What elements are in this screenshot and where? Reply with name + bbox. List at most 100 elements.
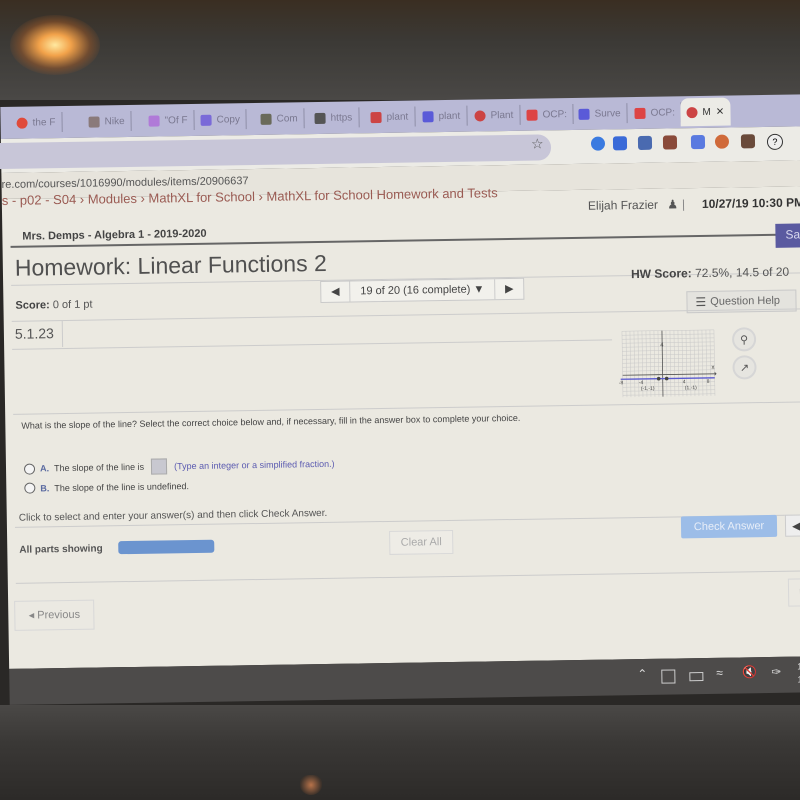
tab-label: Plant [490,109,514,121]
choice-b-radio[interactable] [24,482,36,494]
divider [12,339,613,350]
magnify-button[interactable]: ⚲ [731,327,757,352]
page-content: s - p02 - S04 › Modules › MathXL for Sch… [2,185,800,669]
browser-tab[interactable]: Com [254,108,305,130]
instructions: Click to select and enter your answer(s)… [18,507,328,524]
browser-tab[interactable]: the F [10,112,63,133]
x-axis-label: x [711,365,714,371]
browser-tab[interactable]: https [308,107,360,129]
calendar-extension-icon[interactable] [662,135,678,150]
browser-tab[interactable]: "Of F [142,109,195,131]
divider [15,570,800,584]
browser-tab[interactable]: OCP: [520,103,575,125]
tab-label: plant [386,111,409,123]
help-icon[interactable]: ? [766,133,784,150]
question-score: Score: 0 of 1 pt [15,299,92,312]
choice-letter: B. [40,482,50,493]
divider [13,401,800,415]
extension-icon[interactable] [637,135,653,150]
nike-icon [88,115,100,128]
choice-b-text: The slope of the line is undefined. [54,480,189,493]
gmail-icon [370,111,382,123]
volume-muted-icon[interactable]: 🔇 [742,665,757,679]
browser-tab[interactable]: M ✕ [680,97,731,127]
grid-line [622,393,715,396]
question-select-dropdown[interactable]: 19 of 20 (16 complete) ▼ [349,279,496,302]
parts-label: All parts showing [19,543,103,556]
pen-icon[interactable]: ✑ [771,665,781,679]
next-button[interactable]: N [787,578,800,607]
forms-icon [200,114,212,126]
browser-tab[interactable]: OCP: [628,102,683,124]
clear-all-button[interactable]: Clear All [389,529,454,555]
browser-tab[interactable]: Plant [468,104,521,126]
choice-a-radio[interactable] [23,462,36,475]
tab-label: "Of F [164,114,188,126]
prev-question-button[interactable]: ◀ [321,282,349,302]
loading-circle-icon [474,109,486,122]
security-icon[interactable] [661,669,676,684]
tab-label: Nike [104,115,125,127]
course-name: Mrs. Demps - Algebra 1 - 2019-2020 [22,227,207,243]
datetime: 10/27/19 10:30 PM [701,195,800,211]
point-label: (1,-1) [685,385,697,391]
next-question-button[interactable]: ▶ [495,279,523,299]
monitor-bezel-bottom [0,705,800,800]
browser-tab[interactable]: Copy [194,109,248,130]
previous-button[interactable]: ◂ Previous [14,599,95,631]
browser-tab[interactable]: Surve [572,103,628,125]
choice-b[interactable]: B. The slope of the line is undefined. [24,480,189,494]
url-text[interactable]: re.com/courses/1016990/modules/items/209… [1,175,248,191]
choice-a[interactable]: A. The slope of the line is (Type an int… [23,456,335,477]
grid-line [621,329,714,332]
hw-score: HW Score: 72.5%, 14.5 of 20 [631,265,789,281]
translate-extension-icon[interactable] [690,134,706,150]
magnify-icon: ⚲ [739,333,749,346]
more-options-button[interactable]: ◀ [784,514,800,537]
extension-icon[interactable] [740,134,756,149]
tab-label: https [330,111,353,124]
save-button[interactable]: Save [775,223,800,248]
browser-tab[interactable]: Nike [82,110,132,132]
chevron-up-icon[interactable]: ⌃ [637,667,647,681]
tab-label: the F [32,116,56,128]
bookmark-star-icon[interactable]: ☆ [531,135,544,152]
divider [11,308,800,322]
score-value: 0 of 1 pt [52,298,93,312]
extension-icon[interactable] [612,136,628,151]
grid-icon [526,109,538,121]
address-bar[interactable] [0,134,552,170]
browser-tab[interactable]: plant [364,106,416,128]
wifi-icon[interactable]: ≈ [716,666,723,680]
point-label: (-1,-1) [641,386,655,392]
grid-line [622,333,715,336]
x-tick-label: -8 [619,380,624,386]
red-circle-icon [16,117,28,129]
drive-extension-icon[interactable] [714,134,730,149]
extension-icon[interactable] [590,136,606,151]
user-name-text: Elijah Frazier [587,197,659,213]
person-icon: ♟ [667,197,679,212]
loading-circle-icon [686,106,698,118]
page-title: Homework: Linear Functions 2 [14,249,327,281]
tab-label: plant [438,110,461,122]
question-graph[interactable]: 4 x -8 -4 4 8 (-1,-1) (1,-1) [618,326,717,400]
x-tick-label: 8 [707,379,710,385]
x-axis [622,373,715,376]
score-label: Score: [15,299,50,312]
slope-answer-input[interactable] [150,458,168,475]
laptop-logo [300,775,322,795]
question-text: What is the slope of the line? Select th… [21,412,521,431]
tab-label: M [702,106,711,118]
check-answer-button[interactable]: Check Answer [680,514,778,539]
question-help-label: Question Help [710,294,781,308]
close-tab-icon[interactable]: ✕ [716,106,725,117]
divider [61,321,64,348]
question-number: 5.1.23 [14,325,54,342]
graph-point [664,376,669,381]
battery-icon[interactable] [689,672,704,682]
graph-point [656,376,661,381]
grid-icon [634,107,646,119]
popout-button[interactable]: ↗ [732,355,757,380]
browser-tab[interactable]: plant [416,105,468,127]
